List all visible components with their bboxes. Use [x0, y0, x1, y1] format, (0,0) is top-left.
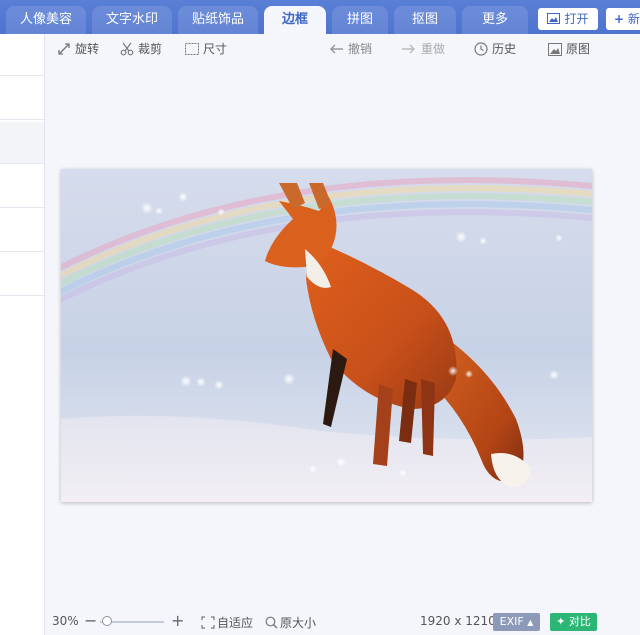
plus-icon: +	[614, 12, 625, 26]
image-dimensions: 1920 x 1210	[420, 614, 496, 628]
resize-icon	[185, 43, 199, 55]
size-label: 尺寸	[203, 42, 228, 56]
undo-label: 撤销	[348, 42, 373, 56]
zoom-out-button[interactable]: −	[84, 611, 97, 630]
compare-button[interactable]: ✦ 对比	[550, 613, 597, 631]
original-image-button[interactable]: 原图	[548, 40, 590, 58]
original-size-label: 原大小	[280, 616, 317, 630]
tab-label: 人像美容	[19, 12, 72, 27]
fox-photo	[19, 169, 622, 502]
top-tab-bar: 人像美容 文字水印 贴纸饰品 边框 拼图 抠图 更多 打开 + 新	[0, 0, 640, 34]
rotate-icon	[58, 43, 70, 55]
redo-label: 重做	[421, 42, 446, 56]
open-button[interactable]: 打开	[538, 8, 598, 30]
image-icon	[547, 13, 561, 24]
clock-icon	[474, 42, 488, 56]
history-label: 历史	[492, 42, 517, 56]
tab-portrait-beauty[interactable]: 人像美容	[6, 6, 86, 34]
undo-button[interactable]: 撤销	[328, 40, 372, 58]
left-panel-item[interactable]	[0, 166, 44, 208]
redo-arrow-icon	[402, 44, 416, 54]
tab-text-watermark[interactable]: 文字水印	[92, 6, 172, 34]
fit-icon	[201, 616, 215, 629]
tab-label: 文字水印	[105, 12, 158, 27]
rotate-button[interactable]: 旋转	[57, 40, 99, 58]
original-size-button[interactable]: 原大小	[265, 614, 316, 631]
undo-arrow-icon	[329, 44, 343, 54]
tab-cutout[interactable]: 抠图	[394, 6, 456, 34]
redo-button[interactable]: 重做	[401, 40, 445, 58]
magnifier-icon	[265, 616, 278, 629]
tab-label: 抠图	[411, 12, 438, 27]
tab-label: 拼图	[346, 12, 373, 27]
left-panel-item[interactable]	[0, 254, 44, 296]
new-button[interactable]: + 新	[606, 8, 640, 30]
picture-icon	[548, 42, 562, 56]
crop-button[interactable]: 裁剪	[120, 40, 162, 58]
scissors-icon	[120, 42, 134, 56]
left-panel-item[interactable]	[0, 78, 44, 120]
new-label: 新	[627, 12, 640, 26]
fit-to-window-button[interactable]: 自适应	[201, 614, 253, 631]
tab-more[interactable]: 更多	[462, 6, 528, 34]
left-panel	[0, 34, 45, 635]
left-panel-item[interactable]	[0, 122, 44, 164]
sparkle-icon: ✦	[556, 615, 566, 628]
left-panel-item[interactable]	[0, 34, 44, 76]
zoom-slider-thumb[interactable]	[102, 616, 113, 626]
caret-up-icon: ▲	[527, 618, 534, 627]
status-bar: 30% − + 自适应 原大小 1920 x 1210 EXIF ▲ ✦ 对比	[44, 610, 640, 635]
zoom-in-button[interactable]: +	[171, 611, 184, 630]
compare-label: 对比	[568, 615, 591, 628]
crop-label: 裁剪	[138, 42, 163, 56]
tab-label: 边框	[281, 12, 308, 27]
history-button[interactable]: 历史	[474, 40, 516, 58]
rotate-label: 旋转	[75, 42, 100, 56]
fit-label: 自适应	[217, 616, 254, 630]
tab-collage[interactable]: 拼图	[332, 6, 388, 34]
tab-label: 贴纸饰品	[191, 12, 244, 27]
tab-border[interactable]: 边框	[264, 6, 326, 34]
tab-stickers[interactable]: 贴纸饰品	[178, 6, 258, 34]
exif-button[interactable]: EXIF ▲	[493, 613, 540, 631]
size-button[interactable]: 尺寸	[185, 40, 227, 58]
left-panel-item[interactable]	[0, 210, 44, 252]
exif-label: EXIF	[499, 615, 524, 628]
photo-canvas[interactable]	[19, 169, 622, 502]
tab-label: 更多	[481, 12, 508, 27]
open-label: 打开	[564, 12, 589, 26]
original-label: 原图	[566, 42, 591, 56]
zoom-level: 30%	[52, 614, 79, 628]
